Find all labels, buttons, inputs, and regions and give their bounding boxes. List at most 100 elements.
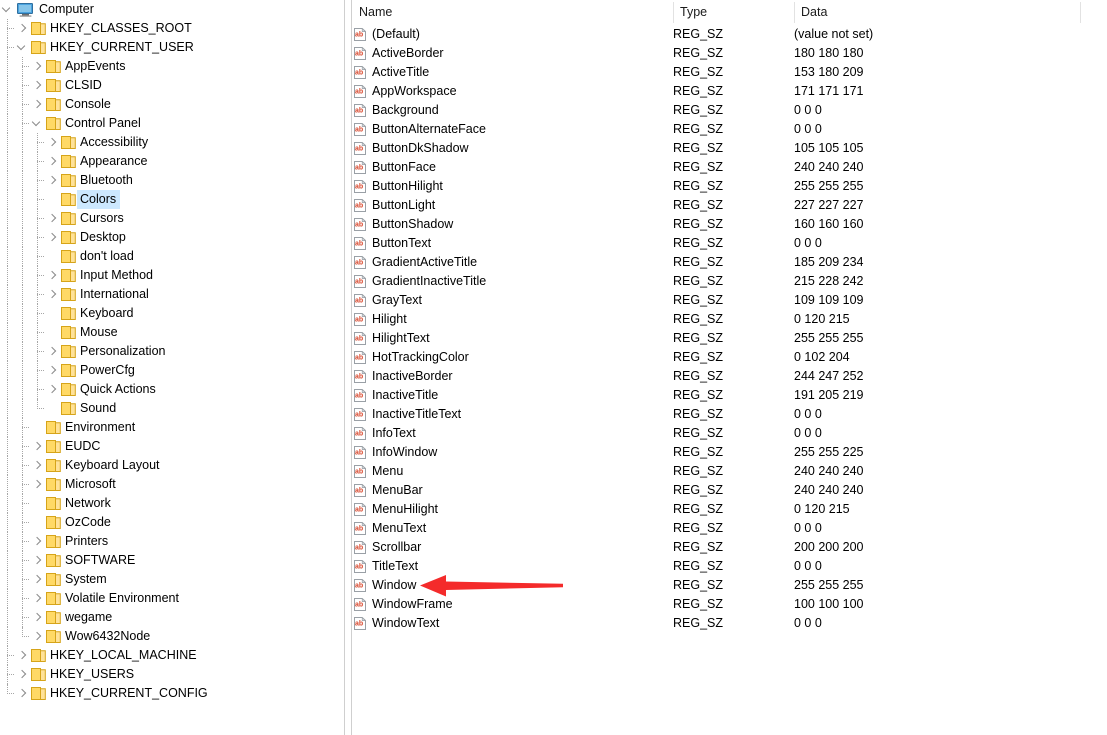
- tree-item-wegame[interactable]: wegame: [0, 608, 344, 627]
- table-row[interactable]: ab InfoWindow REG_SZ 255 255 225: [352, 443, 1107, 462]
- value-name-cell[interactable]: ab Scrollbar: [352, 538, 421, 557]
- tree-item-sound[interactable]: Sound: [0, 399, 344, 418]
- tree-item-keyboard-layout[interactable]: Keyboard Layout: [0, 456, 344, 475]
- value-name-cell[interactable]: ab Hilight: [352, 310, 407, 329]
- chevron-right-icon[interactable]: [30, 76, 45, 95]
- registry-values-list-pane[interactable]: Name Type Data ab (Default) REG_SZ (value n…: [351, 0, 1107, 735]
- tree-item-colors[interactable]: Colors: [0, 190, 344, 209]
- column-divider-3[interactable]: [1080, 2, 1081, 23]
- tree-item-hkey-current-config[interactable]: HKEY_CURRENT_CONFIG: [0, 684, 344, 703]
- table-row[interactable]: ab MenuText REG_SZ 0 0 0: [352, 519, 1107, 538]
- tree-item-hkey-local-machine[interactable]: HKEY_LOCAL_MACHINE: [0, 646, 344, 665]
- table-row[interactable]: ab InfoText REG_SZ 0 0 0: [352, 424, 1107, 443]
- chevron-right-icon[interactable]: [30, 57, 45, 76]
- tree-item-quick-actions[interactable]: Quick Actions: [0, 380, 344, 399]
- tree-item-eudc[interactable]: EUDC: [0, 437, 344, 456]
- value-name-cell[interactable]: ab AppWorkspace: [352, 82, 457, 101]
- chevron-right-icon[interactable]: [30, 551, 45, 570]
- chevron-right-icon[interactable]: [45, 171, 60, 190]
- value-name-cell[interactable]: ab ActiveBorder: [352, 44, 444, 63]
- table-row[interactable]: ab ButtonFace REG_SZ 240 240 240: [352, 158, 1107, 177]
- tree-item-computer[interactable]: Computer: [0, 0, 344, 19]
- chevron-down-icon[interactable]: [15, 38, 30, 57]
- value-name-cell[interactable]: ab Window: [352, 576, 416, 595]
- table-row[interactable]: ab MenuHilight REG_SZ 0 120 215: [352, 500, 1107, 519]
- value-name-cell[interactable]: ab Menu: [352, 462, 403, 481]
- value-name-cell[interactable]: ab MenuBar: [352, 481, 423, 500]
- table-row[interactable]: ab HilightText REG_SZ 255 255 255: [352, 329, 1107, 348]
- table-row[interactable]: ab Hilight REG_SZ 0 120 215: [352, 310, 1107, 329]
- chevron-right-icon[interactable]: [45, 152, 60, 171]
- value-name-cell[interactable]: ab (Default): [352, 25, 420, 44]
- table-row[interactable]: ab WindowText REG_SZ 0 0 0: [352, 614, 1107, 633]
- chevron-right-icon[interactable]: [30, 437, 45, 456]
- chevron-right-icon[interactable]: [30, 627, 45, 646]
- table-row[interactable]: ab MenuBar REG_SZ 240 240 240: [352, 481, 1107, 500]
- table-row[interactable]: ab Menu REG_SZ 240 240 240: [352, 462, 1107, 481]
- value-name-cell[interactable]: ab ButtonLight: [352, 196, 435, 215]
- table-row[interactable]: ab (Default) REG_SZ (value not set): [352, 25, 1107, 44]
- table-row[interactable]: ab Window REG_SZ 255 255 255: [352, 576, 1107, 595]
- tree-item-appevents[interactable]: AppEvents: [0, 57, 344, 76]
- chevron-right-icon[interactable]: [15, 684, 30, 703]
- chevron-right-icon[interactable]: [45, 361, 60, 380]
- tree-item-console[interactable]: Console: [0, 95, 344, 114]
- registry-key-tree-pane[interactable]: Computer HKEY_CLASSES_ROOT HKEY_CURRENT_US…: [0, 0, 345, 735]
- tree-item-bluetooth[interactable]: Bluetooth: [0, 171, 344, 190]
- value-name-cell[interactable]: ab ActiveTitle: [352, 63, 429, 82]
- value-name-cell[interactable]: ab GrayText: [352, 291, 422, 310]
- value-name-cell[interactable]: ab InactiveBorder: [352, 367, 453, 386]
- table-row[interactable]: ab Background REG_SZ 0 0 0: [352, 101, 1107, 120]
- table-row[interactable]: ab ButtonText REG_SZ 0 0 0: [352, 234, 1107, 253]
- value-name-cell[interactable]: ab WindowFrame: [352, 595, 453, 614]
- tree-item-ozcode[interactable]: OzCode: [0, 513, 344, 532]
- chevron-right-icon[interactable]: [15, 646, 30, 665]
- value-name-cell[interactable]: ab MenuHilight: [352, 500, 438, 519]
- value-name-cell[interactable]: ab TitleText: [352, 557, 418, 576]
- tree-item-desktop[interactable]: Desktop: [0, 228, 344, 247]
- tree-item-appearance[interactable]: Appearance: [0, 152, 344, 171]
- table-row[interactable]: ab AppWorkspace REG_SZ 171 171 171: [352, 82, 1107, 101]
- value-name-cell[interactable]: ab ButtonShadow: [352, 215, 453, 234]
- value-name-cell[interactable]: ab WindowText: [352, 614, 439, 633]
- registry-values-list[interactable]: ab (Default) REG_SZ (value not set) ab Active…: [352, 25, 1107, 633]
- chevron-right-icon[interactable]: [45, 266, 60, 285]
- tree-item-input-method[interactable]: Input Method: [0, 266, 344, 285]
- chevron-right-icon[interactable]: [30, 589, 45, 608]
- table-row[interactable]: ab InactiveTitleText REG_SZ 0 0 0: [352, 405, 1107, 424]
- column-header-data[interactable]: Data: [794, 0, 1080, 25]
- table-row[interactable]: ab InactiveBorder REG_SZ 244 247 252: [352, 367, 1107, 386]
- tree-item-accessibility[interactable]: Accessibility: [0, 133, 344, 152]
- value-name-cell[interactable]: ab InfoText: [352, 424, 416, 443]
- table-row[interactable]: ab ButtonLight REG_SZ 227 227 227: [352, 196, 1107, 215]
- value-name-cell[interactable]: ab Background: [352, 101, 439, 120]
- table-row[interactable]: ab GrayText REG_SZ 109 109 109: [352, 291, 1107, 310]
- value-name-cell[interactable]: ab InactiveTitleText: [352, 405, 461, 424]
- value-name-cell[interactable]: ab ButtonDkShadow: [352, 139, 469, 158]
- value-name-cell[interactable]: ab MenuText: [352, 519, 426, 538]
- tree-item-powercfg[interactable]: PowerCfg: [0, 361, 344, 380]
- chevron-right-icon[interactable]: [45, 228, 60, 247]
- column-header-type[interactable]: Type: [673, 0, 794, 25]
- chevron-right-icon[interactable]: [45, 380, 60, 399]
- table-row[interactable]: ab InactiveTitle REG_SZ 191 205 219: [352, 386, 1107, 405]
- value-name-cell[interactable]: ab ButtonFace: [352, 158, 436, 177]
- chevron-right-icon[interactable]: [45, 133, 60, 152]
- value-name-cell[interactable]: ab HotTrackingColor: [352, 348, 469, 367]
- table-row[interactable]: ab ButtonShadow REG_SZ 160 160 160: [352, 215, 1107, 234]
- table-row[interactable]: ab ActiveTitle REG_SZ 153 180 209: [352, 63, 1107, 82]
- chevron-right-icon[interactable]: [45, 209, 60, 228]
- value-name-cell[interactable]: ab HilightText: [352, 329, 430, 348]
- tree-item-hkey-current-user[interactable]: HKEY_CURRENT_USER: [0, 38, 344, 57]
- tree-item-control-panel[interactable]: Control Panel: [0, 114, 344, 133]
- tree-item-volatile-environment[interactable]: Volatile Environment: [0, 589, 344, 608]
- list-column-header[interactable]: Name Type Data: [352, 0, 1107, 25]
- tree-item-international[interactable]: International: [0, 285, 344, 304]
- table-row[interactable]: ab GradientActiveTitle REG_SZ 185 209 234: [352, 253, 1107, 272]
- table-row[interactable]: ab Scrollbar REG_SZ 200 200 200: [352, 538, 1107, 557]
- chevron-right-icon[interactable]: [30, 608, 45, 627]
- table-row[interactable]: ab TitleText REG_SZ 0 0 0: [352, 557, 1107, 576]
- tree-item-system[interactable]: System: [0, 570, 344, 589]
- table-row[interactable]: ab ButtonHilight REG_SZ 255 255 255: [352, 177, 1107, 196]
- value-name-cell[interactable]: ab ButtonHilight: [352, 177, 443, 196]
